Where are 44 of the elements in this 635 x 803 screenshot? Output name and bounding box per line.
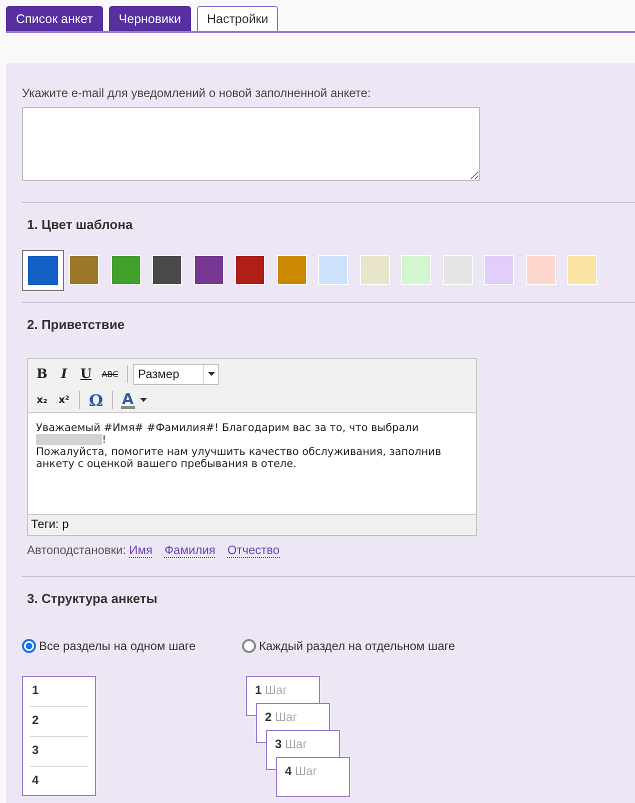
section-number: 3 — [32, 743, 39, 757]
section-number: 4 — [32, 773, 39, 787]
bold-button[interactable]: B — [32, 364, 52, 384]
autosubst-label: Автоподстановки: — [27, 542, 126, 558]
text-color-button[interactable]: A — [118, 390, 148, 410]
greeting-text: Пожалуйста, помогите нам улучшить качество обслуживания, заполнив анкету с оценкой вашего пребывания в отеле. — [36, 446, 442, 470]
step-number: 4 — [285, 764, 292, 778]
tab[interactable]: Настройки — [196, 6, 278, 31]
section-heading: 1. Цвет шаблона — [27, 216, 134, 234]
autosubst-link[interactable]: Имя — [129, 543, 152, 558]
section-heading: 2. Приветствие — [27, 316, 126, 334]
redacted-block — [36, 434, 102, 445]
step-number: 3 — [275, 737, 282, 751]
size-select[interactable]: Размер — [133, 364, 219, 384]
special-character-button[interactable]: Ω — [85, 390, 107, 410]
section-number: 2 — [32, 713, 39, 727]
section-number: 1 — [32, 683, 39, 697]
italic-button[interactable]: I — [54, 364, 74, 384]
step-number: 1 — [255, 683, 262, 697]
step-label: Шаг — [275, 710, 298, 724]
step-label: Шаг — [285, 737, 308, 751]
strikethrough-button[interactable]: ABC — [98, 364, 122, 384]
tab[interactable]: Список анкет — [6, 6, 103, 31]
step-number: 2 — [265, 710, 272, 724]
step-label: Шаг — [265, 683, 288, 697]
autosubst-link[interactable]: Отчество — [227, 543, 280, 558]
editor-text-area[interactable]: Уважаемый #Имя# #Фамилия#! Благодарим вас за то, что выбрали ! Пожалуйста, помогите нам улучшить качество обслуживания, заполнив анкету с оценкой вашего пребывания в отеле. — [28, 413, 476, 514]
greeting-text: ! — [102, 434, 106, 446]
tab[interactable]: Черновики — [108, 6, 191, 31]
radio-option[interactable]: Каждый раздел на отдельном шаге — [242, 638, 635, 654]
greeting-text: Уважаемый #Имя# #Фамилия#! Благодарим вас за то, что выбрали — [36, 422, 419, 434]
subscript-button[interactable]: x₂ — [32, 390, 52, 410]
email-field[interactable] — [22, 107, 480, 181]
email-label: Укажите e-mail для уведомлений о новой заполненной анкете: — [22, 85, 372, 101]
autosubst-link[interactable]: Фамилия — [164, 543, 216, 558]
caret-icon — [140, 398, 147, 402]
underline-button[interactable]: U — [76, 364, 96, 384]
caret-icon — [208, 372, 214, 376]
editor-status-bar: Теги: p — [28, 514, 476, 535]
color-swatch[interactable] — [22, 250, 64, 290]
superscript-button[interactable]: x² — [54, 390, 74, 410]
step-label: Шаг — [295, 764, 318, 778]
radio-option[interactable]: Все разделы на одном шаге — [22, 638, 242, 654]
section-heading: 3. Структура анкеты — [27, 590, 158, 608]
